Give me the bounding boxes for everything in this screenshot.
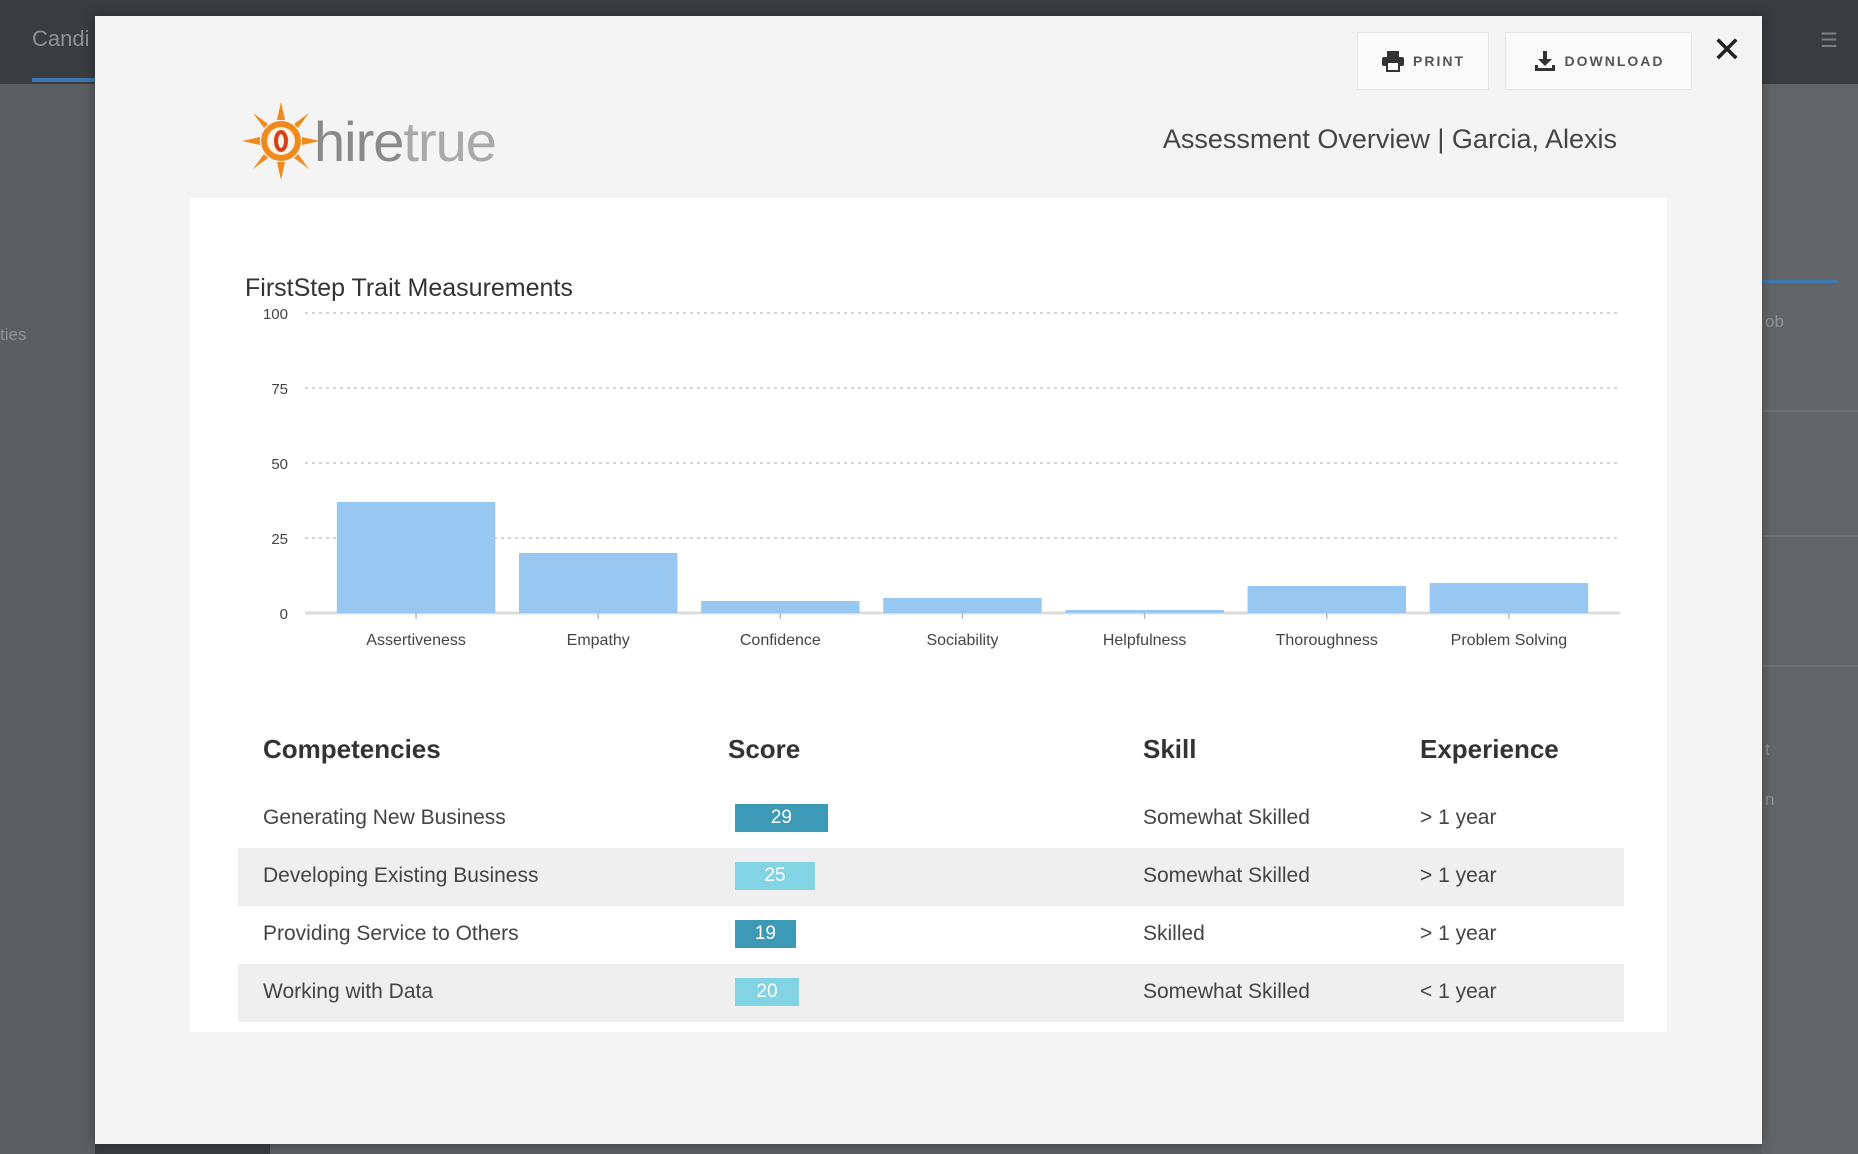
experience-level: > 1 year [1420, 806, 1497, 829]
report-card: FirstStep Trait Measurements 0 25 50 75 100 A… [190, 198, 1667, 1032]
hiretrue-logo: hiretrue [240, 100, 497, 182]
score-badge: 19 [735, 920, 796, 948]
header-competencies: Competencies [263, 734, 441, 764]
sun-logo-icon [242, 102, 320, 180]
print-label: PRINT [1413, 53, 1465, 69]
background-right-text: ob [1765, 312, 1784, 331]
score-badge: 29 [735, 804, 828, 832]
x-tick-label: Sociability [926, 632, 998, 649]
background-bottom-strip [95, 1144, 270, 1154]
background-right-text: t [1765, 740, 1770, 759]
bar [1247, 586, 1407, 613]
download-icon [1534, 51, 1555, 71]
background-right-text: n [1765, 790, 1775, 809]
y-tick-label: 0 [280, 606, 288, 623]
download-label: DOWNLOAD [1564, 53, 1665, 69]
skill-level: Somewhat Skilled [1143, 980, 1310, 1003]
table-row: Providing Service to Others 19 Skilled >… [238, 906, 1624, 964]
skill-level: Skilled [1143, 922, 1205, 945]
x-tick-label: Problem Solving [1451, 632, 1568, 649]
y-tick-label: 50 [271, 456, 288, 473]
x-tick-label: Empathy [567, 632, 630, 649]
logo-text-true: true [403, 109, 496, 173]
table-header: Competencies Score Skill Experience [238, 734, 1624, 790]
competency-name: Generating New Business [263, 806, 506, 829]
competencies-table: Competencies Score Skill Experience Gene… [238, 734, 1624, 1022]
background-tab-candidates: Candi [32, 26, 90, 51]
x-tick-label: Confidence [740, 632, 821, 649]
x-tick-label: Thoroughness [1276, 632, 1378, 649]
bar [518, 553, 678, 613]
background-divider [1762, 665, 1858, 667]
experience-level: > 1 year [1420, 922, 1497, 945]
score-badge: 25 [735, 862, 815, 890]
y-tick-label: 25 [271, 531, 288, 548]
header-experience: Experience [1420, 734, 1559, 764]
x-tick-label: Helpfulness [1103, 632, 1187, 649]
competency-name: Working with Data [263, 980, 434, 1003]
background-tab-underline [32, 78, 102, 82]
header-skill: Skill [1143, 734, 1197, 764]
y-tick-label: 75 [271, 381, 288, 398]
competency-name: Providing Service to Others [263, 922, 519, 945]
background-left-text: ties [0, 325, 27, 344]
header-score: Score [728, 734, 801, 764]
y-tick-label: 100 [263, 306, 288, 323]
background-right-panel [1762, 84, 1858, 1154]
bar [336, 502, 496, 613]
report-title: Assessment Overview | Garcia, Alexis [1162, 124, 1617, 154]
background-divider [1762, 535, 1858, 537]
background-right-tab-underline [1762, 280, 1838, 283]
bar [701, 601, 860, 613]
bar [1429, 583, 1589, 613]
experience-level: < 1 year [1420, 980, 1497, 1003]
x-tick-label: Assertiveness [366, 632, 466, 649]
table-row: Working with Data 20 Somewhat Skilled < … [238, 964, 1624, 1022]
close-icon[interactable]: ✕ [1707, 30, 1747, 70]
bar [1065, 610, 1224, 613]
download-button[interactable]: DOWNLOAD [1505, 32, 1692, 90]
score-badge: 20 [735, 978, 799, 1006]
assessment-modal: PRINT DOWNLOAD ✕ hiretrue Assessment Ove… [95, 16, 1762, 1144]
bar [883, 598, 1042, 613]
printer-icon [1382, 51, 1404, 72]
print-button[interactable]: PRINT [1357, 32, 1489, 90]
logo-wordmark: hiretrue [314, 109, 497, 174]
trait-bar-chart: 0 25 50 75 100 Assertiveness Empathy Confidence… [263, 306, 1620, 649]
skill-level: Somewhat Skilled [1143, 806, 1310, 829]
background-menu-icon: ☰ [1820, 30, 1838, 52]
logo-text-hire: hire [314, 109, 404, 173]
skill-level: Somewhat Skilled [1143, 864, 1310, 887]
table-row: Developing Existing Business 25 Somewhat… [238, 848, 1624, 906]
experience-level: > 1 year [1420, 864, 1497, 887]
table-row: Generating New Business 29 Somewhat Skil… [238, 790, 1624, 848]
background-divider [1762, 410, 1858, 412]
competency-name: Developing Existing Business [263, 864, 539, 887]
